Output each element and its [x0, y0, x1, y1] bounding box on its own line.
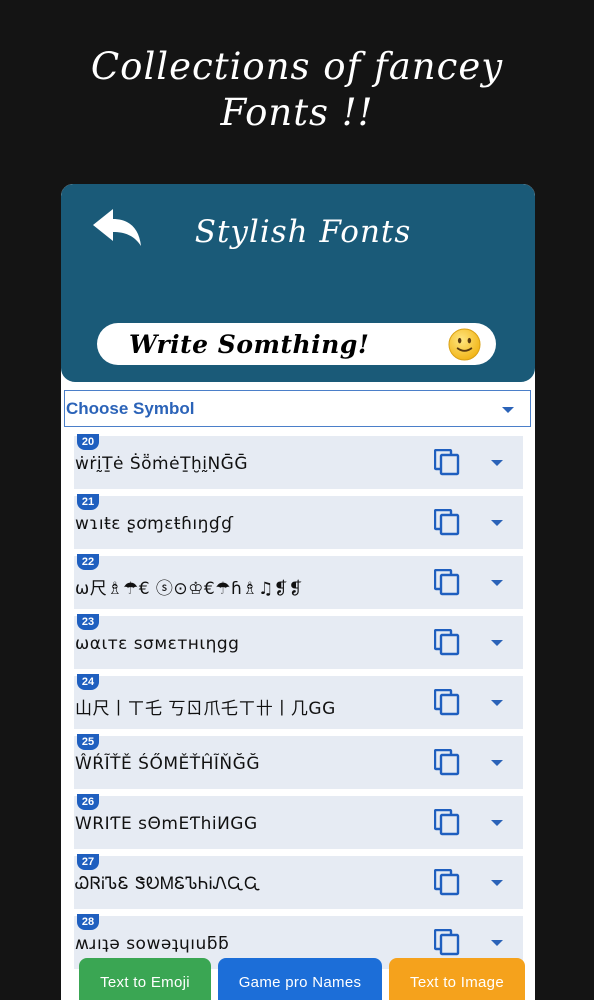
- write-input[interactable]: [129, 323, 439, 365]
- copy-icon[interactable]: [434, 449, 460, 476]
- chevron-down-icon[interactable]: [491, 580, 503, 586]
- headline-line1: Collections of fancey: [90, 45, 504, 88]
- copy-icon[interactable]: [434, 629, 460, 656]
- game-pro-names-button[interactable]: Game pro Names: [218, 958, 382, 1000]
- list-item[interactable]: 24 山尺丨ㄒ乇 丂ㄖ爪乇ㄒ卄丨几GG: [74, 674, 523, 729]
- chevron-down-icon[interactable]: [491, 700, 503, 706]
- chevron-down-icon[interactable]: [491, 460, 503, 466]
- smiley-icon[interactable]: [448, 328, 481, 361]
- item-number: 24: [77, 674, 99, 690]
- bottom-bar: Text to Emoji Game pro Names Text to Ima…: [0, 958, 594, 1000]
- item-number: 23: [77, 614, 99, 630]
- headline: Collections of fancey Fonts !!: [0, 44, 594, 136]
- styled-text: ωαιтε ѕσмεтнιηgg: [75, 634, 240, 654]
- styled-text: ᏇᏒᎥᏖᏋ ᏕᎧᎷᏋᏖᏂᎥᏁᏩᏩ: [75, 874, 262, 894]
- copy-icon[interactable]: [434, 809, 460, 836]
- chevron-down-icon[interactable]: [491, 640, 503, 646]
- copy-icon[interactable]: [434, 869, 460, 896]
- styled-text: 山尺丨ㄒ乇 丂ㄖ爪乇ㄒ卄丨几GG: [75, 699, 336, 719]
- chevron-down-icon[interactable]: [491, 880, 503, 886]
- item-number: 26: [77, 794, 99, 810]
- copy-icon[interactable]: [434, 509, 460, 536]
- list-item[interactable]: 20 ẇṙḭṮė ṠṏṁėṮḫḭṆḠḠ: [74, 434, 523, 489]
- headline-line2: Fonts !!: [220, 91, 374, 134]
- copy-icon[interactable]: [434, 749, 460, 776]
- choose-symbol-dropdown[interactable]: Choose Symbol: [64, 390, 531, 427]
- app-bar: Stylish Fonts: [61, 184, 535, 382]
- list-item[interactable]: 22 ω尺♗☂€ ⓢ⊙♔€☂ɦ♗♫❡❡: [74, 554, 523, 609]
- item-number: 25: [77, 734, 99, 750]
- text-to-emoji-button[interactable]: Text to Emoji: [79, 958, 211, 1000]
- chevron-down-icon[interactable]: [491, 520, 503, 526]
- app-title: Stylish Fonts: [194, 214, 412, 250]
- list-item[interactable]: 21 wɿıŧɛ ʂơɱɛŧɦıŋɠɠ: [74, 494, 523, 549]
- item-number: 22: [77, 554, 99, 570]
- styled-text: WRIƬE sΘmEƬhiИGG: [75, 814, 258, 834]
- chevron-down-icon: [502, 407, 514, 413]
- item-number: 28: [77, 914, 99, 930]
- styled-text: ω尺♗☂€ ⓢ⊙♔€☂ɦ♗♫❡❡: [75, 579, 304, 599]
- chevron-down-icon[interactable]: [491, 760, 503, 766]
- styled-text: wɿıŧɛ ʂơɱɛŧɦıŋɠɠ: [75, 514, 234, 534]
- chevron-down-icon[interactable]: [491, 940, 503, 946]
- list-item[interactable]: 25 ŴŔĨŤĚ ŚŐMĚŤĤĨŇĞĞ: [74, 734, 523, 789]
- styled-text: ŴŔĨŤĚ ŚŐMĚŤĤĨŇĞĞ: [75, 754, 260, 774]
- styled-text: ẇṙḭṮė ṠṏṁėṮḫḭṆḠḠ: [75, 454, 249, 474]
- write-box[interactable]: [97, 323, 496, 365]
- styled-text: ʍɹıʇǝ sowǝʇɥıuƃƃ: [75, 934, 230, 954]
- item-number: 27: [77, 854, 99, 870]
- copy-icon[interactable]: [434, 929, 460, 956]
- list-item[interactable]: 27 ᏇᏒᎥᏖᏋ ᏕᎧᎷᏋᏖᏂᎥᏁᏩᏩ: [74, 854, 523, 909]
- list-item[interactable]: 26 WRIƬE sΘmEƬhiИGG: [74, 794, 523, 849]
- text-to-image-button[interactable]: Text to Image: [389, 958, 525, 1000]
- copy-icon[interactable]: [434, 689, 460, 716]
- item-number: 21: [77, 494, 99, 510]
- choose-symbol-label: Choose Symbol: [66, 399, 195, 418]
- list-item[interactable]: 23 ωαιтε ѕσмεтнιηgg: [74, 614, 523, 669]
- phone-screen: Stylish Fonts Choose Symbol 20: [61, 184, 535, 1000]
- item-number: 20: [77, 434, 99, 450]
- copy-icon[interactable]: [434, 569, 460, 596]
- chevron-down-icon[interactable]: [491, 820, 503, 826]
